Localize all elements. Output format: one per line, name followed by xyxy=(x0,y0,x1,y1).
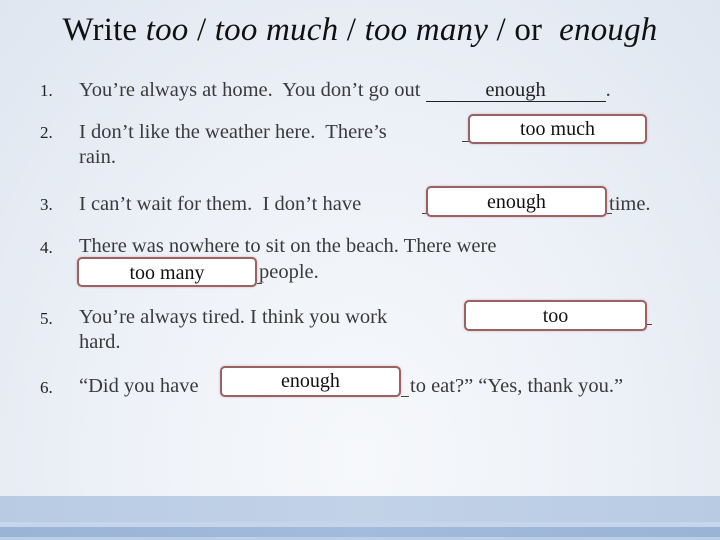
item-sentence: You’re always at home. You don’t go out … xyxy=(79,78,611,102)
footer-band-dark xyxy=(0,527,720,537)
answer-box[interactable]: enough xyxy=(426,186,607,217)
item-sentence: “Did you have xyxy=(79,375,199,397)
answer-box[interactable]: too many xyxy=(77,257,257,287)
sentence-end: time. xyxy=(609,193,651,215)
title-option-too-many: too many xyxy=(364,12,489,48)
title-option-too: too xyxy=(145,12,189,48)
item-number: 3. xyxy=(40,195,53,214)
item-sentence: You’re always tired. I think you work xyxy=(79,306,388,328)
item-sentence: There was nowhere to sit on the beach. T… xyxy=(79,235,497,257)
blank-underline xyxy=(647,324,652,325)
answer-box[interactable]: too much xyxy=(468,114,647,144)
answer-box[interactable]: too xyxy=(464,300,647,331)
title-separator: / xyxy=(338,12,365,48)
sentence-end: . xyxy=(605,79,611,101)
title-prefix: Write xyxy=(62,12,146,48)
sentence-text: I don’t like the weather here. There’s xyxy=(79,121,392,143)
item-number: 5. xyxy=(40,309,53,328)
item-number: 1. xyxy=(40,81,53,100)
title-option-too-much: too much xyxy=(214,12,339,48)
title-option-enough: enough xyxy=(559,12,658,48)
item-sentence: I don’t like the weather here. There’s xyxy=(79,120,392,144)
sentence-text: You’re always at home. You don’t go out xyxy=(79,79,426,101)
sentence-continuation: hard. xyxy=(79,331,121,353)
answer-box[interactable]: enough xyxy=(220,366,401,397)
item-number: 6. xyxy=(40,378,53,397)
sentence-continuation: rain. xyxy=(79,146,116,168)
item-sentence: I can’t wait for them. I don’t have xyxy=(79,192,366,216)
title-separator: / xyxy=(188,12,215,48)
sentence-end: to eat?” “Yes, thank you.” xyxy=(410,375,624,397)
sentence-end: people. xyxy=(259,261,319,283)
title-separator: / or xyxy=(488,12,560,48)
answer-blank[interactable]: enough xyxy=(425,79,606,102)
worksheet-title: Write too / too much / too many / or eno… xyxy=(0,12,720,49)
item-number: 4. xyxy=(40,238,53,257)
blank-underline xyxy=(401,396,409,397)
item-number: 2. xyxy=(40,123,53,142)
sentence-text: I can’t wait for them. I don’t have xyxy=(79,193,367,215)
